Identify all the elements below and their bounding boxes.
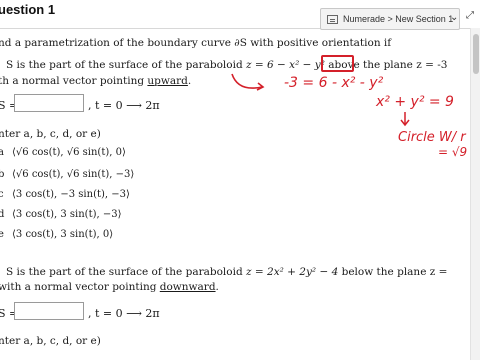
scrollbar-thumb[interactable]	[473, 34, 479, 74]
ink-arrow-curve	[231, 73, 263, 89]
ink-arrow-head	[256, 82, 265, 91]
ink-strokes	[231, 73, 410, 127]
ink-note-radius: = √9	[438, 145, 468, 159]
vertical-scrollbar[interactable]	[470, 28, 480, 360]
ink-equation-2: x² + y² = 9	[376, 94, 454, 110]
ink-note-circle: Circle W/ r	[398, 130, 466, 145]
ink-equation-1: -3 = 6 - x² - y²	[284, 75, 384, 91]
